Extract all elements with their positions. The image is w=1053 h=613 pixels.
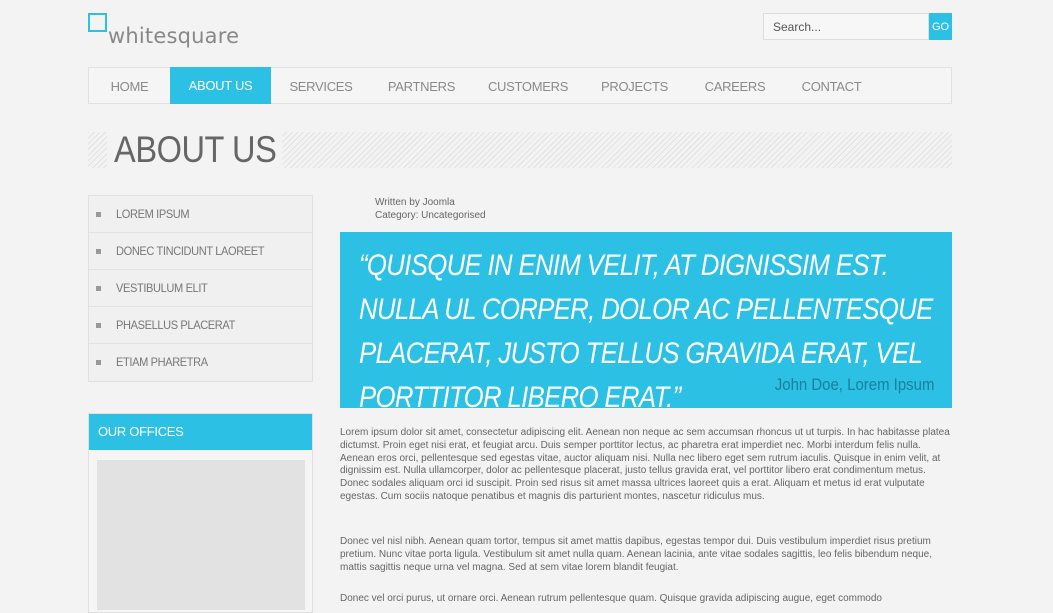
search-form: GO [763, 13, 952, 40]
offices-map-placeholder [97, 460, 305, 610]
sidebar-menu: LOREM IPSUM DONEC TINCIDUNT LAOREET VEST… [88, 195, 313, 382]
sidebar-item-etiam-pharetra[interactable]: ETIAM PHARETRA [89, 344, 312, 381]
page-title-bar: ABOUT US [88, 130, 952, 170]
sidebar-item-phasellus-placerat[interactable]: PHASELLUS PLACERAT [89, 307, 312, 344]
page-title: ABOUT US [107, 130, 283, 170]
blockquote: “Quisque in enim velit, at dignissim est… [340, 232, 952, 414]
sidebar-item-label: ETIAM PHARETRA [116, 355, 208, 369]
bullet-icon [96, 249, 101, 254]
logo-text: whitesquare [108, 24, 240, 48]
article-author: Written by Joomla [375, 197, 455, 208]
logo-square-icon [88, 13, 107, 32]
bullet-icon [96, 323, 101, 328]
quote-author: John Doe, Lorem Ipsum [774, 375, 934, 394]
sidebar-item-label: LOREM IPSUM [116, 207, 190, 221]
sidebar-item-label: VESTIBULUM ELIT [116, 281, 208, 295]
nav-item-careers[interactable]: CAREERS [685, 68, 785, 103]
article-category: Category: Uncategorised [375, 210, 486, 221]
nav-item-about-us[interactable]: ABOUT US [170, 67, 271, 104]
nav-item-projects[interactable]: PROJECTS [584, 68, 685, 103]
bullet-icon [96, 212, 101, 217]
nav-item-partners[interactable]: PARTNERS [371, 68, 472, 103]
offices-heading: OUR OFFICES [89, 414, 312, 450]
search-input[interactable] [763, 13, 929, 40]
offices-widget: OUR OFFICES [88, 413, 313, 613]
nav-item-contact[interactable]: CONTACT [785, 68, 878, 103]
bullet-icon [96, 360, 101, 365]
search-button[interactable]: GO [929, 13, 952, 40]
sidebar-item-vestibulum-elit[interactable]: VESTIBULUM ELIT [89, 270, 312, 307]
article-paragraph: Donec vel orci purus, ut ornare orci. Ae… [340, 593, 882, 604]
nav-item-customers[interactable]: CUSTOMERS [472, 68, 584, 103]
nav-item-home[interactable]: HOME [89, 68, 170, 103]
article-paragraph: Donec vel nisl nibh. Aenean quam tortor,… [340, 536, 933, 573]
sidebar-item-lorem-ipsum[interactable]: LOREM IPSUM [89, 196, 312, 233]
bullet-icon [96, 286, 101, 291]
sidebar-item-donec-tincidunt-laoreet[interactable]: DONEC TINCIDUNT LAOREET [89, 233, 312, 270]
article-meta: Written by Joomla Category: Uncategorise… [375, 196, 486, 222]
nav-item-services[interactable]: SERVICES [271, 68, 371, 103]
site-logo[interactable]: whitesquare [88, 13, 288, 49]
sidebar-item-label: DONEC TINCIDUNT LAOREET [116, 244, 265, 258]
article-paragraph: Lorem ipsum dolor sit amet, consectetur … [340, 427, 950, 502]
sidebar-item-label: PHASELLUS PLACERAT [116, 318, 235, 332]
main-nav: HOME ABOUT US SERVICES PARTNERS CUSTOMER… [88, 67, 952, 104]
